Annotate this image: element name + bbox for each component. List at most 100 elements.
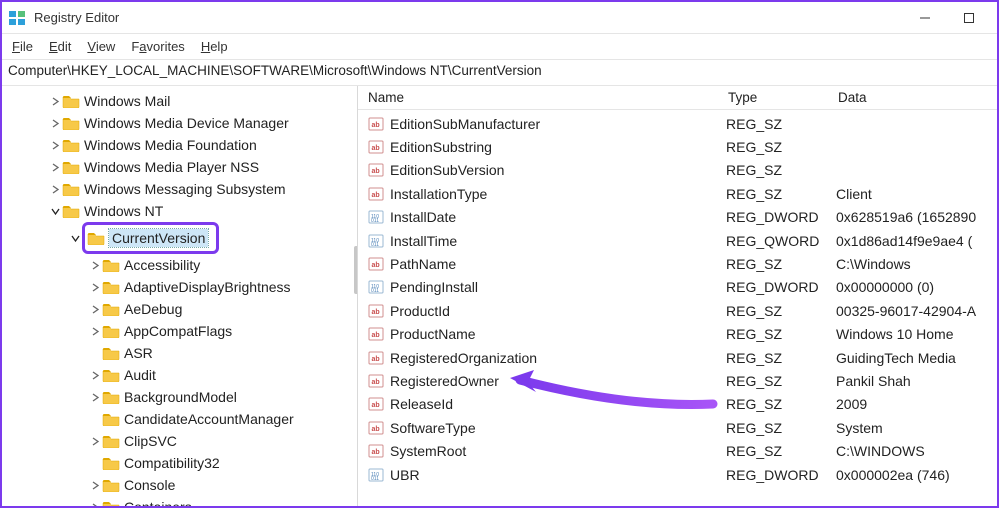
value-name: SystemRoot <box>390 443 726 459</box>
menu-favorites[interactable]: Favorites <box>123 37 192 56</box>
tree-item[interactable]: Windows Mail <box>22 90 357 112</box>
expand-toggle-icon[interactable] <box>48 178 62 200</box>
menu-file[interactable]: File <box>4 37 41 56</box>
value-data: 00325-96017-42904-A <box>836 303 997 319</box>
svg-text:ab: ab <box>372 192 380 199</box>
value-name: EditionSubVersion <box>390 162 726 178</box>
tree-item-label: ASR <box>124 345 153 361</box>
tree-item[interactable]: Accessibility <box>22 254 357 276</box>
value-row[interactable]: abSoftwareTypeREG_SZSystem <box>358 416 997 439</box>
value-row[interactable]: 110011UBRREG_DWORD0x000002ea (746) <box>358 463 997 486</box>
tree-item-selected[interactable]: CurrentVersion <box>109 229 208 247</box>
maximize-button[interactable] <box>947 4 991 32</box>
col-name[interactable]: Name <box>368 90 728 105</box>
expand-toggle-icon[interactable] <box>88 496 102 506</box>
expand-toggle-icon[interactable] <box>88 430 102 452</box>
minimize-button[interactable] <box>903 4 947 32</box>
menu-view[interactable]: View <box>79 37 123 56</box>
expand-toggle-icon[interactable] <box>88 254 102 276</box>
value-row[interactable]: 110011PendingInstallREG_DWORD0x00000000 … <box>358 276 997 299</box>
value-row[interactable]: abEditionSubVersionREG_SZ <box>358 159 997 182</box>
value-row[interactable]: 110011InstallTimeREG_QWORD0x1d86ad14f9e9… <box>358 229 997 252</box>
tree-item[interactable]: Windows Media Foundation <box>22 134 357 156</box>
col-type[interactable]: Type <box>728 90 838 105</box>
expand-toggle-icon[interactable] <box>48 156 62 178</box>
value-row[interactable]: abPathNameREG_SZC:\Windows <box>358 252 997 275</box>
svg-text:ab: ab <box>372 309 380 316</box>
tree-item[interactable]: BackgroundModel <box>22 386 357 408</box>
tree-item[interactable]: ASR <box>22 342 357 364</box>
folder-icon <box>102 280 120 294</box>
value-type: REG_SZ <box>726 116 836 132</box>
value-data: 0x000002ea (746) <box>836 467 997 483</box>
menu-edit[interactable]: Edit <box>41 37 79 56</box>
value-type-icon: ab <box>366 325 386 343</box>
tree-item[interactable]: Compatibility32 <box>22 452 357 474</box>
tree-item[interactable]: Windows Messaging Subsystem <box>22 178 357 200</box>
svg-text:ab: ab <box>372 145 380 152</box>
tree-item-label: Windows Media Foundation <box>84 137 257 153</box>
folder-icon <box>102 478 120 492</box>
value-type-icon: ab <box>366 442 386 460</box>
tree-item[interactable]: Containers <box>22 496 357 506</box>
tree-item[interactable]: ClipSVC <box>22 430 357 452</box>
expand-toggle-icon[interactable] <box>88 298 102 320</box>
value-row[interactable]: abProductNameREG_SZWindows 10 Home <box>358 323 997 346</box>
value-row[interactable]: abSystemRootREG_SZC:\WINDOWS <box>358 439 997 462</box>
folder-icon <box>102 258 120 272</box>
tree-pane[interactable]: Windows Mail Windows Media Device Manager… <box>2 86 358 506</box>
value-name: InstallTime <box>390 233 726 249</box>
folder-icon <box>102 368 120 382</box>
value-row[interactable]: abProductIdREG_SZ00325-96017-42904-A <box>358 299 997 322</box>
tree-item-label: Accessibility <box>124 257 200 273</box>
expand-toggle-icon[interactable] <box>48 112 62 134</box>
tree-item[interactable]: CandidateAccountManager <box>22 408 357 430</box>
value-row[interactable]: abEditionSubstringREG_SZ <box>358 135 997 158</box>
value-row[interactable]: abInstallationTypeREG_SZClient <box>358 182 997 205</box>
value-row[interactable]: abRegisteredOrganizationREG_SZGuidingTec… <box>358 346 997 369</box>
expand-toggle-icon[interactable] <box>88 276 102 298</box>
value-name: PathName <box>390 256 726 272</box>
tree-item[interactable]: Windows NT <box>22 200 357 222</box>
menubar: File Edit View Favorites Help <box>2 34 997 60</box>
expand-toggle-icon[interactable] <box>88 386 102 408</box>
expand-toggle-icon[interactable] <box>48 200 62 222</box>
folder-icon <box>62 182 80 196</box>
value-type-icon: ab <box>366 349 386 367</box>
svg-text:ab: ab <box>372 356 380 363</box>
value-row[interactable]: abEditionSubManufacturerREG_SZ <box>358 112 997 135</box>
value-data: 0x628519a6 (1652890 <box>836 209 997 225</box>
value-row[interactable]: 110011InstallDateREG_DWORD0x628519a6 (16… <box>358 206 997 229</box>
tree-item[interactable]: Windows Media Player NSS <box>22 156 357 178</box>
workspace: Windows Mail Windows Media Device Manager… <box>2 86 997 506</box>
expand-toggle-icon[interactable] <box>68 227 82 249</box>
col-data[interactable]: Data <box>838 90 997 105</box>
value-row[interactable]: abReleaseIdREG_SZ2009 <box>358 393 997 416</box>
tree-item[interactable]: Console <box>22 474 357 496</box>
expand-toggle-icon[interactable] <box>48 90 62 112</box>
tree-item[interactable]: AppCompatFlags <box>22 320 357 342</box>
value-row[interactable]: abRegisteredOwnerREG_SZPankil Shah <box>358 369 997 392</box>
tree-item-label: Windows Mail <box>84 93 170 109</box>
value-data: System <box>836 420 997 436</box>
tree-item[interactable]: AdaptiveDisplayBrightness <box>22 276 357 298</box>
folder-icon <box>102 390 120 404</box>
value-type: REG_SZ <box>726 326 836 342</box>
tree-item[interactable]: Audit <box>22 364 357 386</box>
menu-help[interactable]: Help <box>193 37 236 56</box>
value-data: GuidingTech Media <box>836 350 997 366</box>
expand-toggle-icon[interactable] <box>88 320 102 342</box>
tree-item-label: Windows Messaging Subsystem <box>84 181 286 197</box>
value-data: Pankil Shah <box>836 373 997 389</box>
address-bar[interactable]: Computer\HKEY_LOCAL_MACHINE\SOFTWARE\Mic… <box>2 60 997 86</box>
tree-item[interactable]: AeDebug <box>22 298 357 320</box>
expand-toggle-icon[interactable] <box>88 364 102 386</box>
value-type: REG_SZ <box>726 350 836 366</box>
value-data: C:\Windows <box>836 256 997 272</box>
tree-item[interactable]: Windows Media Device Manager <box>22 112 357 134</box>
svg-text:011: 011 <box>371 476 379 482</box>
value-type: REG_DWORD <box>726 209 836 225</box>
expand-toggle-icon[interactable] <box>48 134 62 156</box>
expand-toggle-icon[interactable] <box>88 474 102 496</box>
window-title: Registry Editor <box>34 10 903 25</box>
